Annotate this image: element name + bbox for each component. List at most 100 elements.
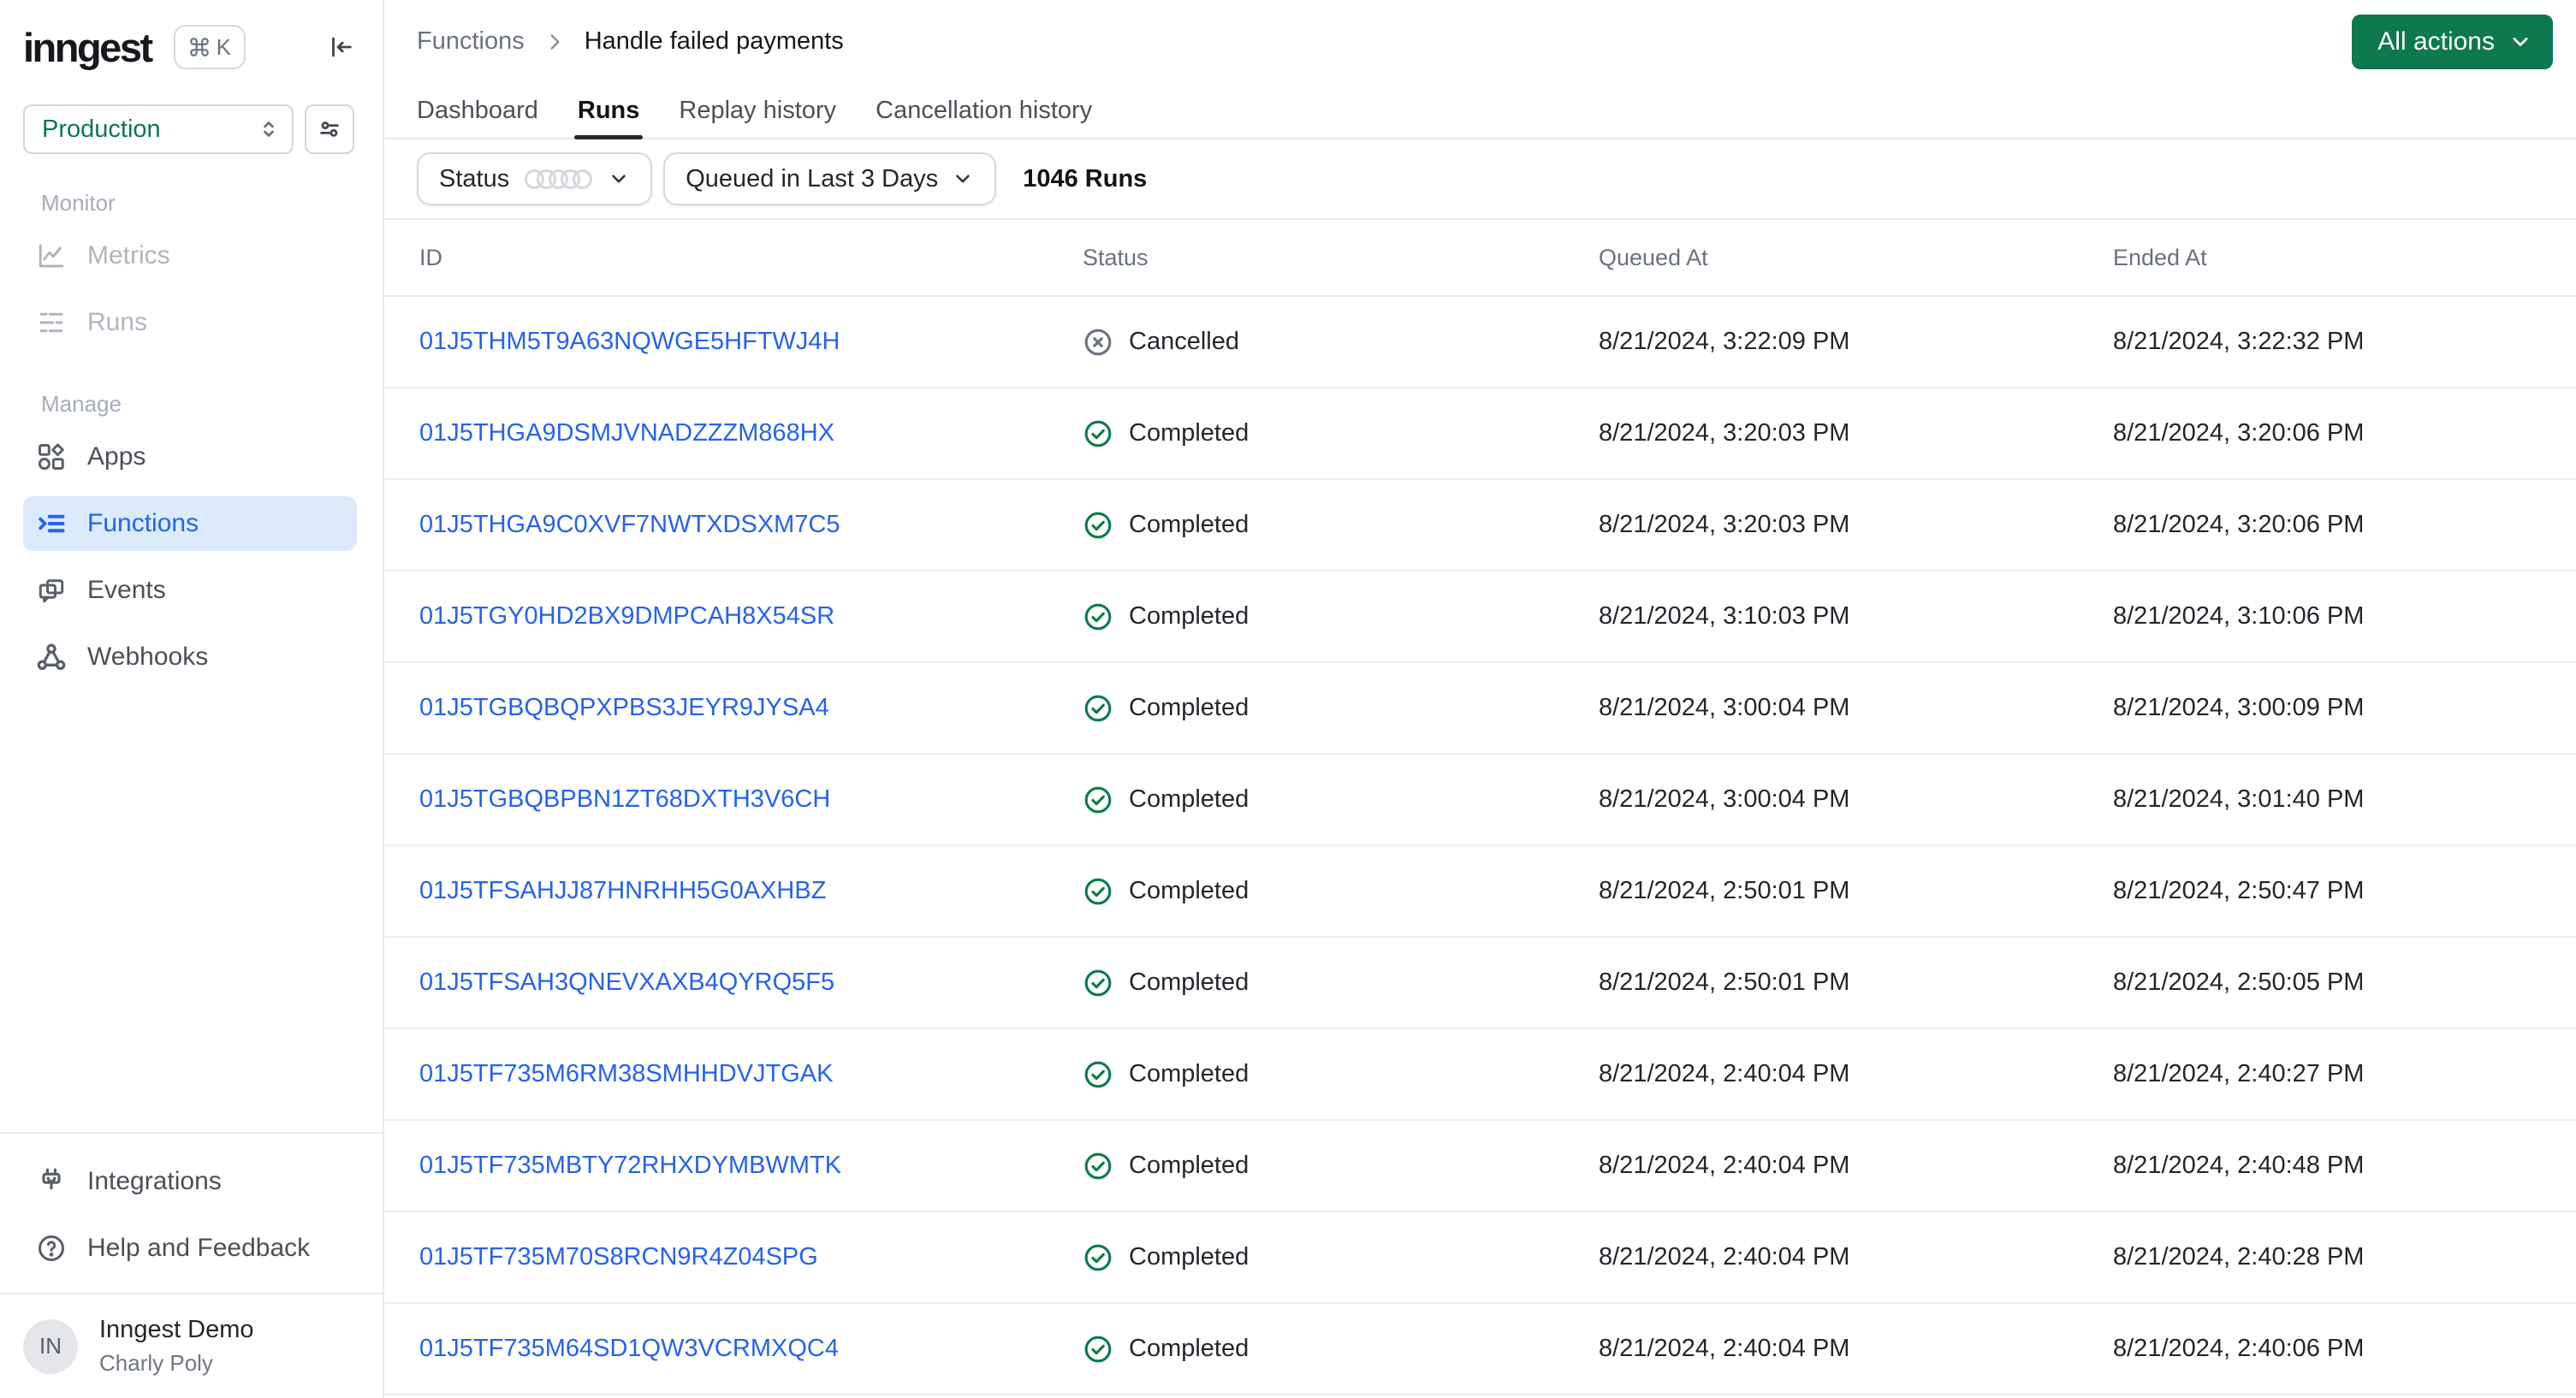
run-ended-at: 8/21/2024, 2:50:05 PM [2113,969,2365,996]
sidebar-item-functions[interactable]: Functions [23,496,357,551]
run-status-label: Completed [1129,785,1249,813]
run-id-cell: 01J5TFSAHJJ87HNRHH5G0AXHBZ [419,877,1083,905]
run-queued-at: 8/21/2024, 3:22:09 PM [1599,328,1850,355]
run-queued-at: 8/21/2024, 2:50:01 PM [1599,877,1850,904]
table-row: 01J5TFSAH3QNEVXAXB4QYRQ5F5 Completed 8/21/… [384,938,2576,1029]
run-id-link[interactable]: 01J5TFSAHJJ87HNRHH5G0AXHBZ [419,877,826,904]
help-icon [36,1233,67,1264]
sidebar-item-metrics[interactable]: Metrics [23,228,357,283]
run-id-link[interactable]: 01J5TGBQBQPXPBS3JEYR9JYSA4 [419,694,829,721]
completed-icon [1083,1151,1113,1182]
sidebar: inngest K Production Monitor Metrics Run… [0,0,384,1398]
tab-runs[interactable]: Runs [573,83,643,139]
run-status-label: Completed [1129,969,1249,996]
runs-count: 1046 Runs [1023,164,1148,193]
sidebar-item-integrations[interactable]: Integrations [23,1154,357,1209]
run-id-link[interactable]: 01J5TF735MBTY72RHXDYMBWMTK [419,1152,841,1179]
sidebar-item-label: Webhooks [87,643,209,671]
column-header-id: ID [419,244,442,270]
completed-icon [1083,693,1113,724]
run-id-link[interactable]: 01J5TGBQBPBN1ZT68DXTH3V6CH [419,785,830,813]
sidebar-item-webhooks[interactable]: Webhooks [23,630,357,684]
functions-icon [36,508,67,539]
select-updown-icon [256,116,282,142]
run-id-link[interactable]: 01J5THGA9DSMJVNADZZZM868HX [419,419,834,447]
completed-icon [1083,876,1113,907]
run-id-link[interactable]: 01J5TF735M70S8RCN9R4Z04SPG [419,1243,818,1271]
inngest-logo: inngest [23,24,153,70]
run-status-cell: Completed [1083,693,1599,724]
tab-bar: Dashboard Runs Replay history Cancellation … [384,83,2576,139]
run-status-cell: Completed [1083,510,1599,541]
sidebar-item-help-and-feedback[interactable]: Help and Feedback [23,1221,357,1276]
webhooks-icon [36,642,67,672]
profile-section[interactable]: IN Inngest Demo Charly Poly [0,1293,383,1398]
run-id-link[interactable]: 01J5TGY0HD2BX9DMPCAH8X54SR [419,602,834,630]
apps-icon [36,441,67,472]
sidebar-item-label: Events [87,576,166,604]
run-status-label: Completed [1129,1335,1249,1362]
nav-section-label-manage: Manage [41,391,122,417]
run-ended-at: 8/21/2024, 2:40:06 PM [2113,1335,2365,1362]
run-id-link[interactable]: 01J5TF735M6RM38SMHHDVJTGAK [419,1060,833,1087]
status-filter-label: Status [439,164,510,193]
run-id-link[interactable]: 01J5THM5T9A63NQWGE5HFTWJ4H [419,328,840,355]
page-header: Functions Handle failed payments All act… [384,0,2576,83]
table-row: 01J5TF735MBTY72RHXDYMBWMTK Completed 8/21/… [384,1121,2576,1212]
run-status-label: Completed [1129,1060,1249,1087]
run-id-link[interactable]: 01J5TFSAH3QNEVXAXB4QYRQ5F5 [419,969,834,996]
sliders-icon [316,116,343,143]
run-id-link[interactable]: 01J5THGA9C0XVF7NWTXDSXM7C5 [419,511,840,538]
tab-replay-history[interactable]: Replay history [679,83,836,138]
column-header-status: Status [1083,244,1149,270]
run-status-cell: Completed [1083,876,1599,907]
environment-label: Production [42,115,161,143]
run-status-cell: Completed [1083,968,1599,998]
collapse-sidebar-button[interactable] [322,28,359,66]
run-status-cell: Completed [1083,1151,1599,1182]
run-id-cell: 01J5THGA9C0XVF7NWTXDSXM7C5 [419,511,1083,539]
completed-icon [1083,601,1113,632]
cancelled-icon [1083,327,1113,358]
environment-settings-button[interactable] [305,104,354,154]
all-actions-button[interactable]: All actions [2352,14,2553,69]
status-filter-button[interactable]: Status [417,152,653,205]
sidebar-footer-nav: Integrations Help and Feedback [0,1132,383,1293]
run-id-link[interactable]: 01J5TF735M64SD1QW3VCRMXQC4 [419,1335,839,1362]
run-queued-at: 8/21/2024, 3:00:04 PM [1599,785,1850,813]
chevron-down-icon [952,168,974,190]
table-row: 01J5TF735M6RM38SMHHDVJTGAK Completed 8/21/… [384,1029,2576,1121]
run-ended-at: 8/21/2024, 3:01:40 PM [2113,785,2365,813]
breadcrumb-functions-link[interactable]: Functions [417,27,525,56]
run-status-label: Completed [1129,1243,1249,1271]
breadcrumb: Functions Handle failed payments [417,27,844,56]
table-row: 01J5THM5T9A63NQWGE5HFTWJ4H Cancelled 8/21/… [384,297,2576,388]
run-queued-at: 8/21/2024, 3:20:03 PM [1599,419,1850,447]
table-row: 01J5TF735M70S8RCN9R4Z04SPG Completed 8/21/… [384,1212,2576,1304]
tab-dashboard[interactable]: Dashboard [417,83,538,138]
run-status-label: Completed [1129,1152,1249,1179]
run-status-cell: Completed [1083,1334,1599,1365]
run-status-cell: Cancelled [1083,327,1599,358]
sidebar-item-runs[interactable]: Runs [23,295,357,350]
run-status-label: Completed [1129,419,1249,447]
run-queued-at: 8/21/2024, 2:40:04 PM [1599,1060,1850,1087]
run-queued-at: 8/21/2024, 2:40:04 PM [1599,1152,1850,1179]
run-queued-at: 8/21/2024, 2:40:04 PM [1599,1335,1850,1362]
command-k-shortcut[interactable]: K [173,25,246,69]
metrics-icon [36,240,67,271]
environment-select[interactable]: Production [23,104,294,154]
sidebar-item-label: Integrations [87,1167,222,1195]
sidebar-item-apps[interactable]: Apps [23,429,357,484]
completed-icon [1083,418,1113,449]
time-filter-button[interactable]: Queued in Last 3 Days [663,152,997,205]
sidebar-item-events[interactable]: Events [23,563,357,618]
tab-cancellation-history[interactable]: Cancellation history [875,83,1092,138]
run-id-cell: 01J5TGY0HD2BX9DMPCAH8X54SR [419,602,1083,631]
collapse-sidebar-icon [326,33,355,62]
main-content: Functions Handle failed payments All act… [384,0,2576,1398]
run-id-cell: 01J5TFSAH3QNEVXAXB4QYRQ5F5 [419,969,1083,997]
run-status-cell: Completed [1083,1242,1599,1273]
sidebar-nav: Monitor Metrics Runs Manage Apps Functions Eve… [0,154,383,690]
